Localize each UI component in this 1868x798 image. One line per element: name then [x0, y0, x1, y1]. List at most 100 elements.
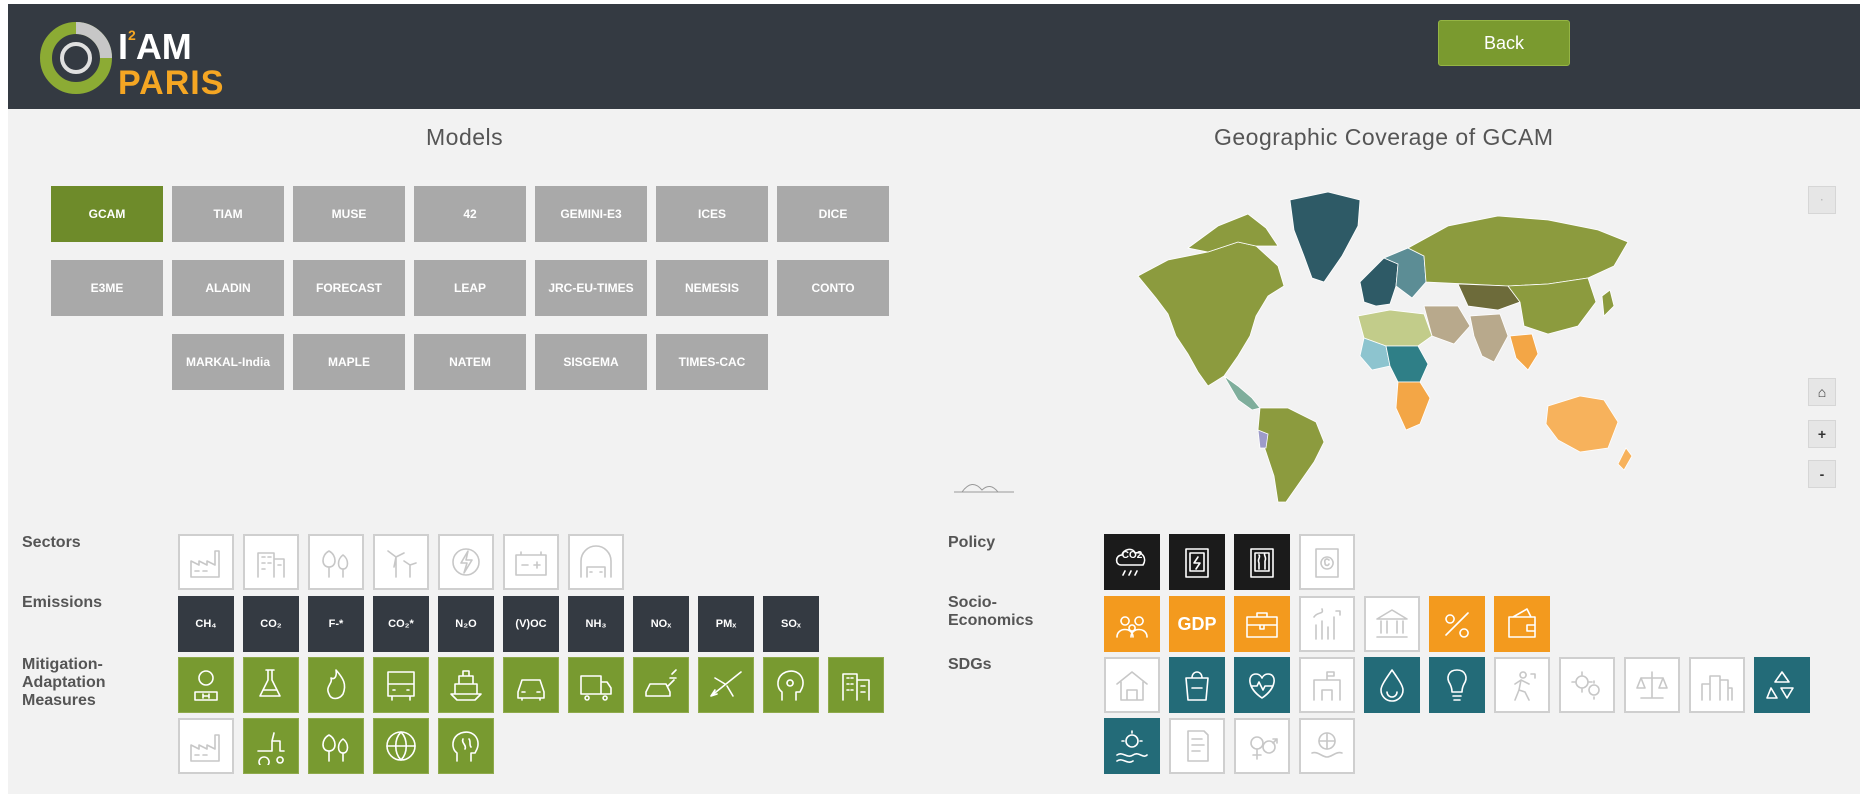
- model-button-sisgema[interactable]: SISGEMA: [535, 334, 647, 390]
- i2am-paris-logo[interactable]: I2AM PARIS: [36, 18, 223, 102]
- clean-water-icon[interactable]: [1364, 657, 1420, 713]
- finance-policy-icon[interactable]: [1299, 534, 1355, 590]
- emission-6[interactable]: NH₃: [568, 596, 624, 652]
- gdp-icon[interactable]: GDP: [1169, 596, 1225, 652]
- map-region-middle-east[interactable]: [1423, 305, 1471, 345]
- transport-icon[interactable]: [568, 534, 624, 590]
- map-region-russia[interactable]: [1407, 215, 1629, 287]
- decent-work-icon[interactable]: [1494, 657, 1550, 713]
- model-button-ices[interactable]: ICES: [656, 186, 768, 242]
- wind-energy-icon[interactable]: [373, 534, 429, 590]
- reduced-inequalities-icon[interactable]: [1624, 657, 1680, 713]
- tractor-icon[interactable]: [243, 718, 299, 774]
- model-button-gcam[interactable]: GCAM: [51, 186, 163, 242]
- airplane-icon[interactable]: [698, 657, 754, 713]
- map-region-australia[interactable]: [1545, 395, 1619, 453]
- investment-icon[interactable]: [1299, 596, 1355, 652]
- map-region-central-africa[interactable]: [1385, 345, 1429, 383]
- model-button-dice[interactable]: DICE: [777, 186, 889, 242]
- map-home-button[interactable]: ⌂: [1808, 378, 1836, 406]
- industry-icon[interactable]: [178, 534, 234, 590]
- carbon-tax-icon[interactable]: CO2: [1104, 534, 1160, 590]
- emission-8[interactable]: PMₓ: [698, 596, 754, 652]
- wallet-icon[interactable]: [1494, 596, 1550, 652]
- institutions-icon[interactable]: [1364, 596, 1420, 652]
- zero-hunger-icon[interactable]: [1169, 657, 1225, 713]
- behaviour-icon[interactable]: [763, 657, 819, 713]
- no-poverty-icon[interactable]: [1104, 657, 1160, 713]
- map-region-new-zealand[interactable]: [1617, 447, 1633, 471]
- employment-icon[interactable]: [1234, 596, 1290, 652]
- electric-car-icon[interactable]: [633, 657, 689, 713]
- ship-icon[interactable]: [438, 657, 494, 713]
- map-region-southern-africa[interactable]: [1395, 381, 1431, 431]
- map-zoom-out-button[interactable]: -: [1808, 460, 1836, 488]
- map-fullscreen-button[interactable]: ·: [1808, 186, 1836, 214]
- map-region-japan[interactable]: [1601, 289, 1615, 317]
- quality-education-icon[interactable]: [1299, 657, 1355, 713]
- model-button-maple[interactable]: MAPLE: [293, 334, 405, 390]
- clean-energy-icon[interactable]: [1429, 657, 1485, 713]
- chemistry-icon[interactable]: [243, 657, 299, 713]
- model-button-times-cac[interactable]: TIMES-CAC: [656, 334, 768, 390]
- hydrogen-icon[interactable]: [178, 657, 234, 713]
- model-button-natem[interactable]: NATEM: [414, 334, 526, 390]
- map-region-central-america[interactable]: [1223, 375, 1261, 411]
- back-button[interactable]: Back: [1438, 20, 1570, 66]
- world-map[interactable]: [1128, 186, 1638, 504]
- emission-5[interactable]: (V)OC: [503, 596, 559, 652]
- emission-2[interactable]: F-*: [308, 596, 364, 652]
- energy-policy-icon[interactable]: [1169, 534, 1225, 590]
- gender-equality-icon[interactable]: [1234, 718, 1290, 774]
- map-region-south-america[interactable]: [1257, 407, 1325, 503]
- good-health-icon[interactable]: [1234, 657, 1290, 713]
- model-button-gemini-e3[interactable]: GEMINI-E3: [535, 186, 647, 242]
- model-button-leap[interactable]: LEAP: [414, 260, 526, 316]
- map-region-india[interactable]: [1469, 313, 1509, 363]
- climate-action-icon[interactable]: [1104, 718, 1160, 774]
- reforestation-icon[interactable]: [308, 718, 364, 774]
- map-region-north-america[interactable]: [1137, 241, 1285, 387]
- model-button-42[interactable]: 42: [414, 186, 526, 242]
- life-below-water-icon[interactable]: [1169, 718, 1225, 774]
- truck-icon[interactable]: [568, 657, 624, 713]
- model-button-markal-india[interactable]: MARKAL-India: [172, 334, 284, 390]
- battery-icon[interactable]: [503, 534, 559, 590]
- car-icon[interactable]: [503, 657, 559, 713]
- model-button-e3me[interactable]: E3ME: [51, 260, 163, 316]
- model-button-tiam[interactable]: TIAM: [172, 186, 284, 242]
- model-button-jrc-eu-times[interactable]: JRC-EU-TIMES: [535, 260, 647, 316]
- map-region-europe[interactable]: [1359, 257, 1399, 307]
- population-icon[interactable]: [1104, 596, 1160, 652]
- emission-3[interactable]: CO₂*: [373, 596, 429, 652]
- emission-0[interactable]: CH₄: [178, 596, 234, 652]
- model-button-forecast[interactable]: FORECAST: [293, 260, 405, 316]
- innovation-icon[interactable]: [1559, 657, 1615, 713]
- mind-icon[interactable]: [438, 718, 494, 774]
- buildings-icon[interactable]: [243, 534, 299, 590]
- emission-1[interactable]: CO₂: [243, 596, 299, 652]
- model-button-muse[interactable]: MUSE: [293, 186, 405, 242]
- forestry-icon[interactable]: [308, 534, 364, 590]
- interest-rate-icon[interactable]: [1429, 596, 1485, 652]
- emission-9[interactable]: SOₓ: [763, 596, 819, 652]
- globe-icon[interactable]: [373, 718, 429, 774]
- model-button-conto[interactable]: CONTO: [777, 260, 889, 316]
- environment-policy-icon[interactable]: [1234, 534, 1290, 590]
- efficient-buildings-icon[interactable]: [828, 657, 884, 713]
- bioenergy-icon[interactable]: [308, 657, 364, 713]
- peace-justice-icon[interactable]: [1299, 718, 1355, 774]
- emission-7[interactable]: NOₓ: [633, 596, 689, 652]
- model-button-nemesis[interactable]: NEMESIS: [656, 260, 768, 316]
- model-button-aladin[interactable]: ALADIN: [172, 260, 284, 316]
- bus-icon[interactable]: [373, 657, 429, 713]
- map-region-se-asia[interactable]: [1509, 333, 1539, 371]
- map-region-greenland[interactable]: [1289, 191, 1361, 283]
- emission-4[interactable]: N₂O: [438, 596, 494, 652]
- map-zoom-in-button[interactable]: +: [1808, 420, 1836, 448]
- factory-icon[interactable]: [178, 718, 234, 774]
- map-region-china[interactable]: [1507, 277, 1597, 335]
- energy-icon[interactable]: [438, 534, 494, 590]
- responsible-consumption-icon[interactable]: [1754, 657, 1810, 713]
- sustainable-cities-icon[interactable]: [1689, 657, 1745, 713]
